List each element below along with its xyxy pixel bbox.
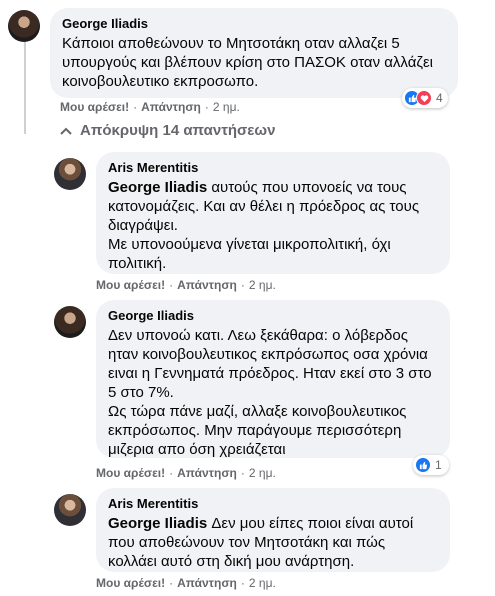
reply-author[interactable]: Aris Merentitis [108,160,438,176]
avatar[interactable] [54,306,86,338]
hide-replies-button[interactable]: Απόκρυψη 14 απαντήσεων [60,122,275,139]
comment-bubble: George Iliadis Κάποιοι αποθεώνουν το Μητ… [50,8,458,98]
avatar[interactable] [54,158,86,190]
mention-link[interactable]: George Iliadis [108,515,207,532]
reply-text: Δεν υπονοώ κατι. Λεω ξεκάθαρα: ο λόβερδο… [108,327,432,458]
avatar[interactable] [8,10,40,42]
reply-text: George Iliadis Δεν μου είπες ποιοι είναι… [108,515,414,570]
reaction-count: 1 [435,458,442,472]
reply-button[interactable]: Απάντηση [177,466,237,480]
reply-button[interactable]: Απάντηση [141,100,201,114]
like-button[interactable]: Μου αρέσει! [60,100,129,114]
reply-bubble: Aris Merentitis George Iliadis Δεν μου ε… [96,488,450,572]
reply-bubble: Aris Merentitis George Iliadis αυτούς πο… [96,152,450,274]
reply-actions: Μου αρέσει! · Απάντηση · 2 ημ. [96,466,276,480]
reply-text: George Iliadis αυτούς που υπονοείς να το… [108,179,420,272]
chevron-up-icon [60,127,72,135]
timestamp[interactable]: 2 ημ. [249,576,276,590]
reply-actions: Μου αρέσει! · Απάντηση · 2 ημ. [96,576,276,590]
avatar[interactable] [54,494,86,526]
like-button[interactable]: Μου αρέσει! [96,576,165,590]
reply-button[interactable]: Απάντηση [177,278,237,292]
reply-actions: Μου αρέσει! · Απάντηση · 2 ημ. [96,278,276,292]
timestamp[interactable]: 2 ημ. [213,100,240,114]
reply-button[interactable]: Απάντηση [177,576,237,590]
reaction-summary[interactable]: 1 [413,455,449,475]
reaction-summary[interactable]: 4 [402,88,448,108]
thread-line [24,42,26,134]
like-button[interactable]: Μου αρέσει! [96,466,165,480]
reply-author[interactable]: George Iliadis [108,308,438,324]
reaction-count: 4 [436,91,443,105]
timestamp[interactable]: 2 ημ. [249,466,276,480]
comment-text: Κάποιοι αποθεώνουν το Μητσοτάκη οταν αλλ… [62,35,434,90]
love-reaction-icon [416,90,432,106]
mention-link[interactable]: George Iliadis [108,179,207,196]
hide-replies-label: Απόκρυψη 14 απαντήσεων [80,122,276,139]
timestamp[interactable]: 2 ημ. [249,278,276,292]
reply-author[interactable]: Aris Merentitis [108,496,438,512]
comment-actions: Μου αρέσει! · Απάντηση · 2 ημ. [60,100,240,114]
like-button[interactable]: Μου αρέσει! [96,278,165,292]
comment-author[interactable]: George Iliadis [62,16,446,32]
like-reaction-icon [415,457,431,473]
reply-bubble: George Iliadis Δεν υπονοώ κατι. Λεω ξεκά… [96,300,450,458]
